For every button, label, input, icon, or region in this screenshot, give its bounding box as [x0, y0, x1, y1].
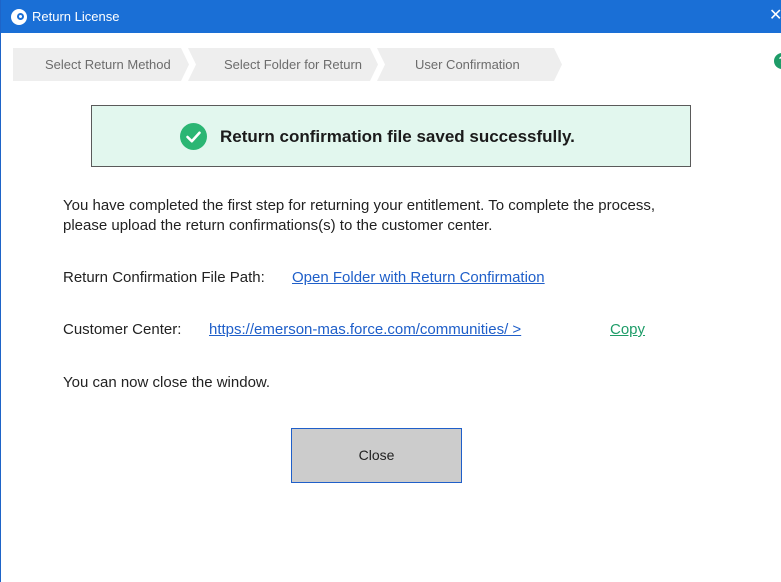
check-circle-icon — [180, 123, 207, 150]
customer-center-label: Customer Center: — [63, 321, 182, 338]
step-select-return-method[interactable]: Select Return Method — [13, 48, 189, 81]
success-banner: Return confirmation file saved successfu… — [91, 105, 691, 167]
window-title: Return License — [32, 9, 120, 24]
title-bar: Return License ✕ — [1, 0, 781, 33]
close-window-note: You can now close the window. — [63, 374, 271, 391]
customer-center-link[interactable]: https://emerson-mas.force.com/communitie… — [209, 320, 521, 340]
step-user-confirmation[interactable]: User Confirmation — [377, 48, 562, 81]
file-path-label: Return Confirmation File Path: — [63, 269, 265, 286]
key-icon — [11, 9, 27, 25]
help-icon[interactable]: ? — [774, 53, 781, 69]
step-select-folder-for-return[interactable]: Select Folder for Return — [188, 48, 378, 81]
return-license-window: Return License ✕ Select Return Method Se… — [0, 0, 781, 582]
instructions-text: You have completed the first step for re… — [63, 197, 655, 234]
copy-link[interactable]: Copy — [610, 320, 645, 340]
window-close-icon[interactable]: ✕ — [769, 7, 781, 25]
success-message: Return confirmation file saved successfu… — [220, 127, 575, 146]
open-folder-link[interactable]: Open Folder with Return Confirmation — [292, 268, 545, 288]
close-button[interactable]: Close — [291, 428, 462, 483]
